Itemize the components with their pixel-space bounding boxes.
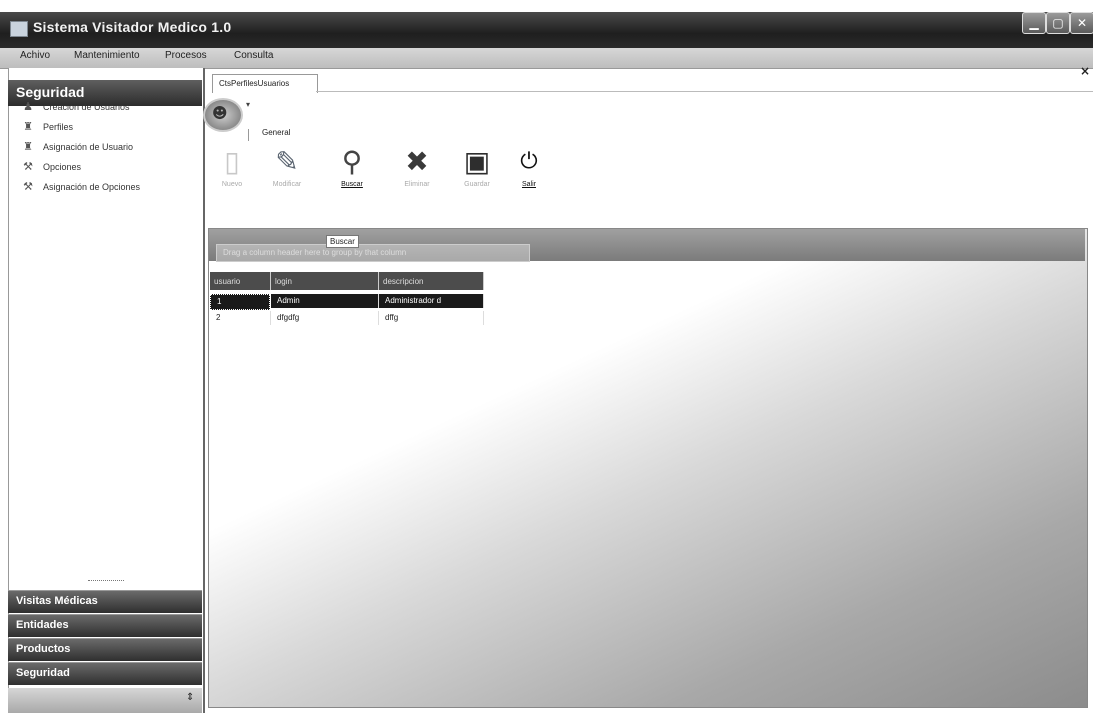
assign-user-icon: ♜ [23,141,33,153]
sidebar-item-perfiles[interactable]: ♜ Perfiles [22,118,73,136]
group-seguridad[interactable]: Seguridad [8,662,202,685]
buscar-button[interactable]: ⚲ Buscar [329,143,375,188]
assign-options-icon: ⚒ [23,181,33,193]
edit-icon: ✎ [275,145,299,178]
salir-button[interactable]: ⏻ Salir [506,143,552,188]
menu-mantenimiento[interactable]: Mantenimiento [74,50,140,61]
sidebar-item-label: Asignación de Opciones [43,182,141,192]
profile-icon: ♜ [23,121,33,133]
search-tooltip: Buscar [326,235,359,248]
table-row-cell[interactable]: 2 [210,311,271,325]
sidebar-item-opciones[interactable]: ⚒ Opciones [22,158,81,176]
delete-icon: ✖ [405,145,429,178]
column-header-login[interactable]: login [271,272,379,290]
maximize-icon[interactable]: ▢ [1046,12,1070,34]
group-entidades[interactable]: Entidades [8,614,202,637]
exit-icon: ⏻ [520,149,538,174]
group-by-hint[interactable]: Drag a column header here to group by th… [216,244,530,262]
table-row-cell[interactable]: dffg [379,311,484,325]
table-row-cell[interactable]: Admin [271,294,379,308]
search-icon: ⚲ [341,145,363,178]
ribbon-separator [248,129,249,141]
sidebar-item-asignacion-opciones[interactable]: ⚒ Asignación de Opciones [22,178,140,196]
menu-archivo[interactable]: Achivo [20,50,50,61]
menu-procesos[interactable]: Procesos [165,50,207,61]
overflow-strip[interactable] [8,688,202,713]
minimize-icon[interactable]: ▁ [1022,12,1046,34]
menu-bar [0,48,1093,69]
tab-general[interactable]: General [262,128,290,137]
close-icon[interactable]: ✕ [1070,12,1093,34]
tab-divider [316,91,1093,92]
tab-ctsperfilesusuarios[interactable]: CtsPerfilesUsuarios [212,74,318,93]
table-row-cell[interactable]: dfgdfg [271,311,379,325]
modificar-button[interactable]: ✎ Modificar [264,143,310,188]
sidebar-item-label: Opciones [43,162,82,172]
quick-access-arrow-icon[interactable]: ▾ [246,100,250,109]
close-tab-icon[interactable]: × [1080,64,1090,78]
table-row-cell[interactable]: 1 [210,294,270,310]
new-icon: ▯ [224,145,240,178]
column-header-descripcion[interactable]: descripcion [379,272,484,290]
options-icon: ⚒ [23,161,33,173]
sidebar-item-asignacion-usuario[interactable]: ♜ Asignación de Usuario [22,138,133,156]
users-icon: ☻ [212,104,228,122]
splitter-grip[interactable] [88,580,124,584]
chevron-down-icon[interactable]: ⇕ [186,692,194,703]
column-header-usuario[interactable]: usuario [210,272,271,290]
sidebar-item-label: Asignación de Usuario [43,142,134,152]
group-productos[interactable]: Productos [8,638,202,661]
window-title: Sistema Visitador Medico 1.0 [33,19,232,35]
sidebar-item-label: Perfiles [43,122,74,132]
eliminar-button[interactable]: ✖ Eliminar [394,143,440,188]
save-icon: ▣ [463,145,491,178]
app-icon [10,21,28,37]
sidebar-item-label: Creación de Usuarios [43,102,130,112]
user-icon: ♟ [23,101,33,113]
menu-consulta[interactable]: Consulta [234,50,273,61]
sidebar-item-creacion-usuarios[interactable]: ♟ Creación de Usuarios [22,98,130,116]
guardar-button[interactable]: ▣ Guardar [454,143,500,188]
group-visitas-medicas[interactable]: Visitas Médicas [8,590,202,613]
nuevo-button[interactable]: ▯ Nuevo [209,143,255,188]
table-row-cell[interactable]: Administrador d [379,294,484,308]
